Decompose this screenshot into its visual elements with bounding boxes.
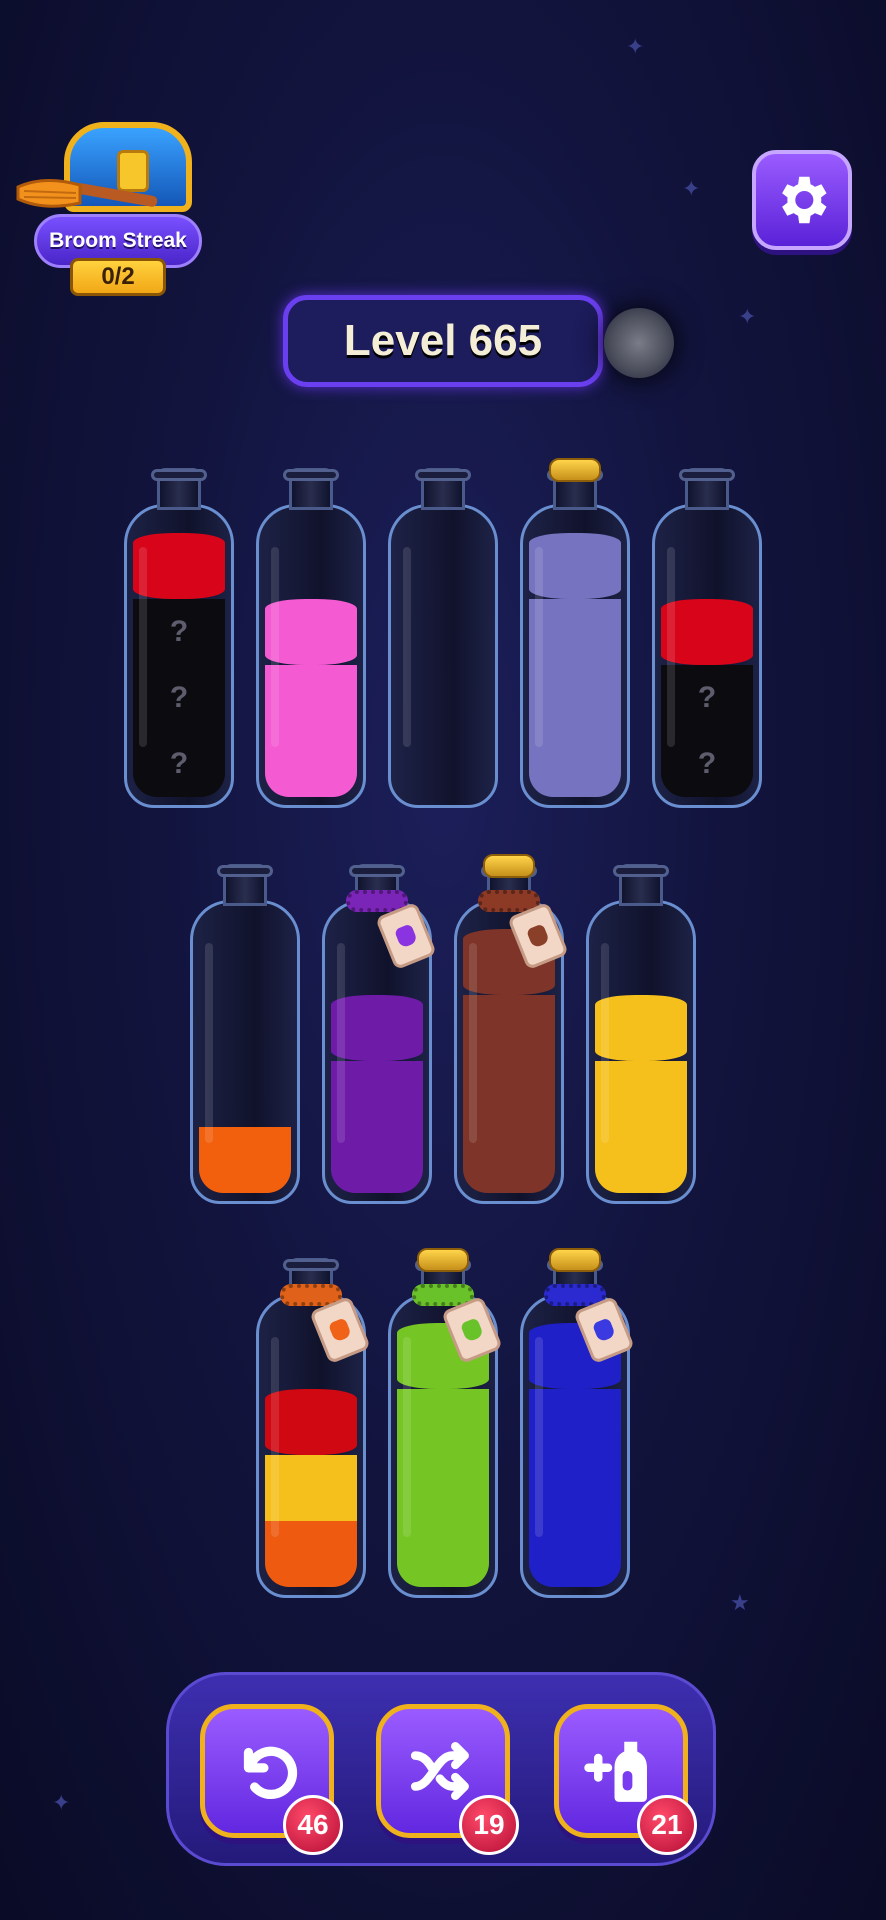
- bottle[interactable]: [586, 864, 696, 1204]
- bottle-glass: [256, 504, 366, 808]
- liquid-layer: [397, 1521, 489, 1587]
- liquid-layer: [331, 1061, 423, 1127]
- liquid-layer: [529, 665, 621, 731]
- bottle[interactable]: [454, 854, 569, 1204]
- undo-count-badge: 46: [283, 1795, 343, 1855]
- liquid-layer: [265, 599, 357, 665]
- cork-icon: [483, 854, 535, 878]
- bottle[interactable]: ???: [124, 468, 234, 808]
- bottle[interactable]: [322, 864, 437, 1204]
- bottle[interactable]: [256, 1258, 371, 1598]
- liquid-layer: [463, 995, 555, 1061]
- liquid-layer: [529, 731, 621, 797]
- liquid-layer: [529, 1521, 621, 1587]
- bottle[interactable]: ??: [652, 468, 762, 808]
- shuffle-icon: [410, 1742, 469, 1800]
- sparkle-icon: ★: [730, 1590, 750, 1615]
- undo-icon: [243, 1746, 298, 1800]
- liquid-layer: [397, 1455, 489, 1521]
- liquid-layer: [397, 1389, 489, 1455]
- add-bottle-count-badge: 21: [637, 1795, 697, 1855]
- liquid-layer: [595, 1061, 687, 1127]
- sparkle-icon: ✦: [738, 304, 757, 329]
- liquid-layer: [595, 1127, 687, 1193]
- shuffle-button[interactable]: 19: [376, 1704, 519, 1855]
- bottle-glass: ??: [652, 504, 762, 808]
- settings-button[interactable]: [752, 150, 852, 250]
- liquid-layer: [331, 1127, 423, 1193]
- add-bottle-icon: [584, 1741, 647, 1802]
- bottle-glass: [190, 900, 300, 1204]
- sparkle-icon: ✦: [52, 1790, 71, 1815]
- level-indicator: Level 665: [283, 295, 603, 387]
- bottle-neck: [283, 468, 339, 510]
- sparkle-icon: ✦: [626, 34, 645, 59]
- cork-icon: [549, 1248, 601, 1272]
- cork-icon: [549, 458, 601, 482]
- shuffle-count-badge: 19: [459, 1795, 519, 1855]
- bottle[interactable]: [388, 468, 498, 808]
- touch-indicator: [604, 308, 674, 378]
- liquid-layer: [265, 1455, 357, 1521]
- liquid-layer: [595, 995, 687, 1061]
- add-bottle-button[interactable]: 21: [554, 1704, 697, 1855]
- broom-icon: [16, 178, 158, 208]
- bottle-neck: [151, 468, 207, 510]
- liquid-layer: [199, 1127, 291, 1193]
- liquid-layer: [463, 1061, 555, 1127]
- liquid-layer: [265, 731, 357, 797]
- hidden-liquid-layer: ?: [661, 665, 753, 731]
- liquid-layer: [265, 1389, 357, 1455]
- liquid-layer: [463, 1127, 555, 1193]
- hidden-liquid-layer: ?: [661, 731, 753, 797]
- hidden-liquid-layer: ?: [133, 665, 225, 731]
- bottle[interactable]: [388, 1248, 503, 1598]
- liquid-layer: [529, 599, 621, 665]
- bottle-neck: [415, 468, 471, 510]
- bottle[interactable]: [190, 864, 300, 1204]
- bottle[interactable]: [520, 458, 630, 808]
- gear-icon: [782, 176, 827, 224]
- liquid-layer: [529, 1389, 621, 1455]
- liquid-layer: [529, 1455, 621, 1521]
- bottle-neck: [613, 864, 669, 906]
- liquid-layer: [265, 665, 357, 731]
- broom-streak-widget[interactable]: Broom Streak 0/2: [14, 118, 210, 303]
- liquid-layer: [529, 533, 621, 599]
- bottle-glass: [586, 900, 696, 1204]
- liquid-layer: [661, 599, 753, 665]
- bottle-glass: [388, 504, 498, 808]
- streak-count: 0/2: [70, 258, 166, 296]
- bottle-glass: ???: [124, 504, 234, 808]
- hidden-liquid-layer: ?: [133, 731, 225, 797]
- cork-icon: [417, 1248, 469, 1272]
- bottle[interactable]: [256, 468, 366, 808]
- liquid-layer: [133, 533, 225, 599]
- bottle-glass: [520, 504, 630, 808]
- bottle[interactable]: [520, 1248, 635, 1598]
- sparkle-icon: ✦: [682, 176, 701, 201]
- hidden-liquid-layer: ?: [133, 599, 225, 665]
- bottle-neck: [679, 468, 735, 510]
- bottle-neck: [217, 864, 273, 906]
- liquid-layer: [265, 1521, 357, 1587]
- undo-button[interactable]: 46: [200, 1704, 343, 1855]
- liquid-layer: [331, 995, 423, 1061]
